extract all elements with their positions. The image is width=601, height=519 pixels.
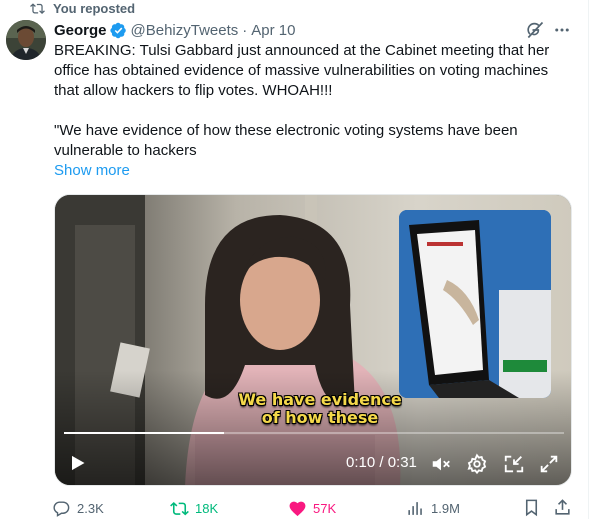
reply-count: 2.3K bbox=[77, 500, 104, 516]
author-handle[interactable]: @BehizyTweets bbox=[131, 22, 239, 39]
video-player[interactable]: We have evidence of how these 0:10 / 0:3… bbox=[54, 194, 572, 486]
tweet-date[interactable]: Apr 10 bbox=[251, 22, 295, 39]
verified-badge-icon[interactable] bbox=[109, 22, 127, 39]
views-button[interactable]: 1.9M bbox=[406, 497, 460, 519]
author-display-name[interactable]: George bbox=[54, 22, 107, 39]
video-inset-voting-machine bbox=[399, 210, 551, 398]
play-icon[interactable] bbox=[67, 453, 87, 473]
settings-gear-icon[interactable] bbox=[466, 453, 488, 475]
repost-button[interactable]: 18K bbox=[170, 497, 218, 519]
avatar-image bbox=[6, 20, 46, 60]
views-chart-icon bbox=[408, 501, 422, 515]
fullscreen-icon[interactable] bbox=[538, 453, 560, 475]
header-separator: · bbox=[242, 21, 248, 39]
timeline-divider bbox=[588, 0, 589, 519]
video-progress-fill bbox=[64, 432, 224, 434]
repost-banner: You reposted bbox=[30, 0, 135, 16]
mute-icon[interactable] bbox=[430, 453, 452, 475]
video-progress-bar[interactable] bbox=[64, 432, 564, 434]
video-caption-line-1: We have evidence bbox=[238, 390, 402, 409]
bookmark-icon[interactable] bbox=[522, 498, 541, 517]
avatar[interactable] bbox=[6, 20, 46, 60]
repost-count: 18K bbox=[195, 500, 219, 516]
picture-in-picture-icon[interactable] bbox=[503, 453, 525, 475]
like-count: 57K bbox=[313, 500, 337, 516]
tweet-text: BREAKING: Tulsi Gabbard just announced a… bbox=[54, 42, 550, 99]
more-options-icon[interactable] bbox=[553, 21, 571, 39]
show-more-link[interactable]: Show more bbox=[54, 161, 130, 181]
views-count: 1.9M bbox=[431, 500, 460, 516]
video-caption-line-2: of how these bbox=[261, 408, 379, 427]
repost-icon bbox=[30, 2, 45, 14]
share-icon[interactable] bbox=[553, 498, 572, 517]
repost-banner-text: You reposted bbox=[53, 0, 136, 16]
video-caption: We have evidence of how these bbox=[205, 391, 435, 427]
video-timecode: 0:10 / 0:31 bbox=[346, 454, 417, 471]
grok-icon[interactable] bbox=[525, 20, 545, 40]
reply-icon bbox=[53, 500, 70, 517]
reply-button[interactable]: 2.3K bbox=[52, 497, 104, 519]
tweet-header: George @BehizyTweets · Apr 10 bbox=[54, 19, 296, 41]
like-button[interactable]: 57K bbox=[288, 497, 336, 519]
voting-machine-image bbox=[399, 210, 551, 398]
repost-action-icon bbox=[170, 501, 189, 515]
heart-icon bbox=[289, 501, 306, 516]
tweet-action-bar: 2.3K 18K 57K 1.9M bbox=[52, 497, 576, 519]
tweet-quote-text: "We have evidence of how these electroni… bbox=[54, 122, 518, 159]
